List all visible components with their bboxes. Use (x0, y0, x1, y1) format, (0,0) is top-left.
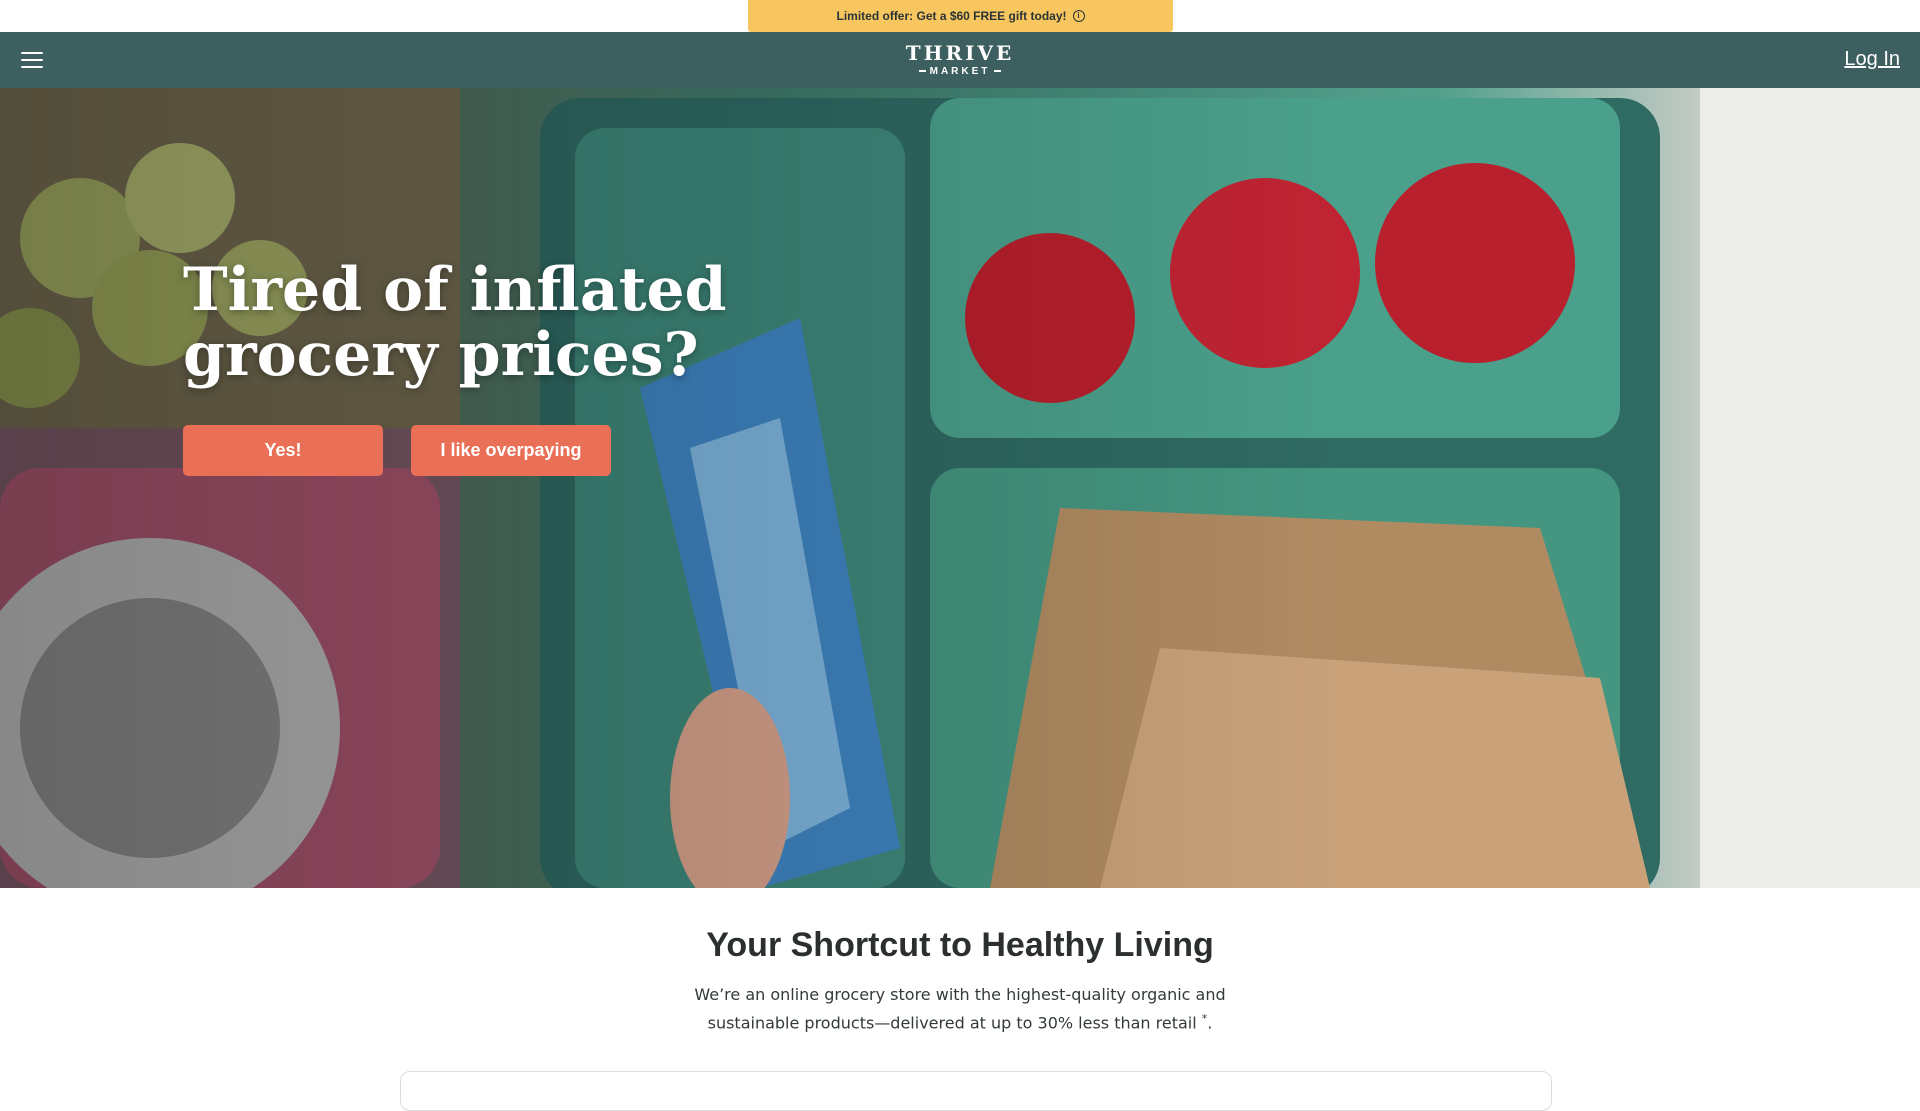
yes-button[interactable]: Yes! (183, 425, 383, 476)
promo-banner[interactable]: Limited offer: Get a $60 FREE gift today… (748, 0, 1173, 32)
hero-content: Tired of inflated grocery prices? Yes! I… (183, 258, 923, 476)
intro-period: . (1207, 1013, 1213, 1033)
hero-buttons: Yes! I like overpaying (183, 425, 923, 476)
logo-main-text: THRIVE (905, 41, 1015, 65)
intro-text-body: We’re an online grocery store with the h… (694, 985, 1226, 1033)
intro-title: Your Shortcut to Healthy Living (706, 926, 1214, 964)
hero-title: Tired of inflated grocery prices? (183, 255, 727, 390)
hamburger-menu-icon[interactable] (19, 49, 45, 71)
intro-text: We’re an online grocery store with the h… (680, 983, 1240, 1035)
login-link[interactable]: Log In (1844, 48, 1900, 71)
promo-text: Limited offer: Get a $60 FREE gift today… (836, 9, 1067, 23)
overpaying-button[interactable]: I like overpaying (411, 425, 611, 476)
logo-sub-text: MARKET (915, 66, 1006, 77)
intro-section: Your Shortcut to Healthy Living We’re an… (0, 888, 1920, 1111)
signup-card (400, 1071, 1552, 1111)
thrive-market-logo[interactable]: THRIVE MARKET (900, 37, 1020, 83)
top-nav: THRIVE MARKET Log In (0, 32, 1920, 88)
hero-overlay (0, 88, 1920, 888)
hero-banner: Tired of inflated grocery prices? Yes! I… (0, 88, 1920, 888)
info-icon[interactable]: i (1072, 10, 1085, 22)
